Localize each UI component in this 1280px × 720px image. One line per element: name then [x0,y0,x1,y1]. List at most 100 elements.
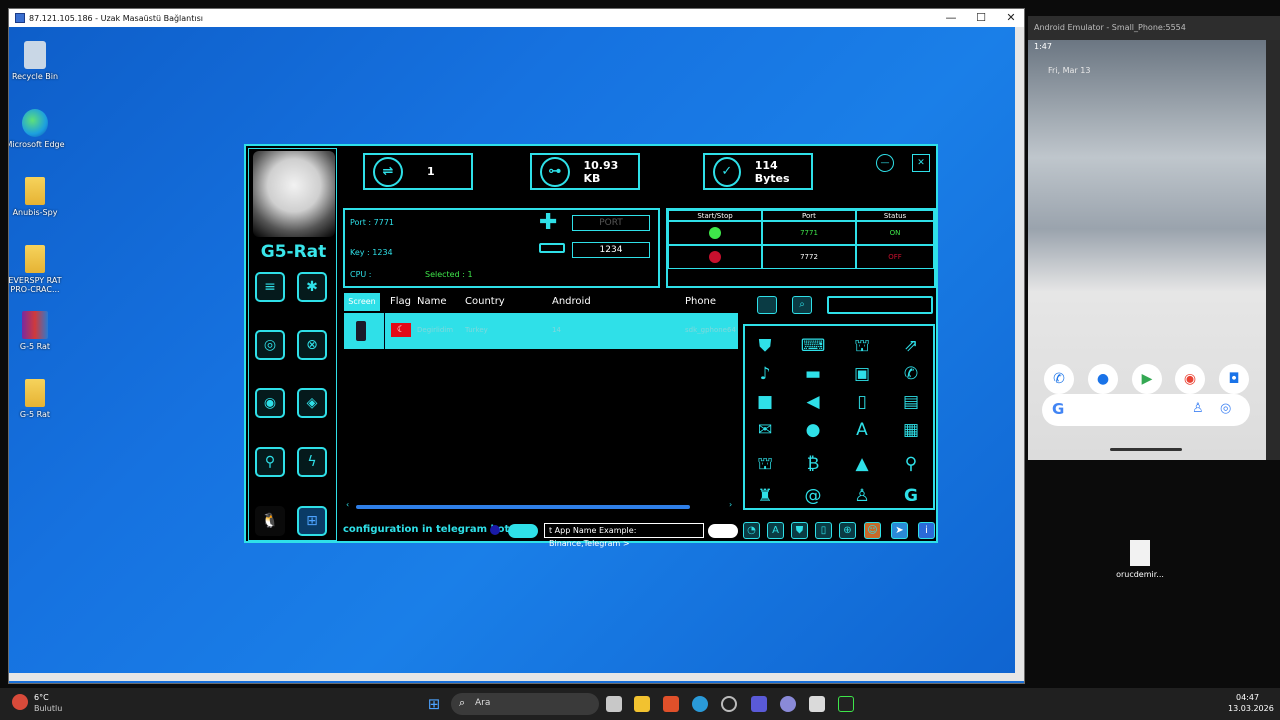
ports-row-1-toggle[interactable] [668,221,762,245]
font-icon[interactable]: A [848,420,876,440]
remove-button[interactable]: ⊗ [297,330,327,360]
plug-button[interactable]: ⚲ [255,447,285,477]
app-close-button[interactable]: ✕ [912,154,930,172]
emulator-title[interactable]: Android Emulator - Small_Phone:5554 [1028,16,1280,40]
horizontal-scrollbar[interactable] [9,673,1015,681]
clients-header-name[interactable]: Name [417,296,447,307]
location-icon[interactable]: ⚲ [897,454,925,474]
lightning-button[interactable]: ϟ [297,447,327,477]
weather-icon[interactable] [12,694,28,710]
ports-row-2-toggle[interactable] [668,245,762,269]
app-minimize-button[interactable]: — [876,154,894,172]
close-button[interactable]: ✕ [996,9,1024,27]
clients-header-screen[interactable]: Screen [344,293,380,311]
taskbar-search[interactable]: ⌕ Ara [451,693,599,715]
mic-icon[interactable]: ♙ [1192,401,1204,416]
windows-button[interactable]: ⊞ [297,506,327,536]
table-row[interactable]: ☾ Degirlidim Turkey 14 sdk_gphone64 [344,313,738,349]
maximize-button[interactable]: ☐ [966,9,996,27]
minimize-button[interactable]: — [936,9,966,27]
task-view-icon[interactable] [606,696,622,712]
microphone-icon[interactable]: ♙ [848,486,876,506]
brave-icon[interactable] [663,696,679,712]
google-icon[interactable]: G [897,486,925,506]
desktop-icon-g5-rat-folder[interactable]: G-5 Rat [9,379,65,419]
at-icon[interactable]: @ [799,486,827,506]
vertical-scrollbar[interactable] [1015,27,1024,681]
notepad-icon[interactable] [809,696,825,712]
desktop-icon-everspy[interactable]: EVERSPY RAT PRO-CRAC... [9,245,65,294]
search-tool-button[interactable]: ⌕ [792,296,812,314]
emulator-screen[interactable]: 1:47 Fri, Mar 13 ✆ ● ▶ ◉ ◘ G ♙ ◎ [1028,40,1266,460]
eye-button[interactable]: ◈ [297,388,327,418]
menu-button[interactable]: ≡ [255,272,285,302]
unlock-icon[interactable]: ▲ [848,454,876,474]
scroll-left-icon[interactable]: ‹ [346,500,349,509]
spinner-tool-icon[interactable]: ◔ [743,522,760,539]
shield-tool-icon[interactable]: ⛊ [791,522,808,539]
desktop-icon-recycle-bin[interactable]: Recycle Bin [9,41,65,81]
explorer-icon[interactable] [634,696,650,712]
desktop-icon-edge[interactable]: Microsoft Edge [9,109,65,149]
rdp-titlebar[interactable]: 87.121.105.186 - Uzak Masaüstü Bağlantıs… [9,9,1024,27]
contacts-icon[interactable]: ▤ [897,392,925,412]
camera-icon[interactable]: ■ [751,392,779,412]
add-port-button[interactable]: ✚ [539,212,557,234]
telegram-tool-icon[interactable]: ➤ [891,522,908,539]
clock-app-icon[interactable] [721,696,737,712]
clients-header-flag[interactable]: Flag [390,296,411,307]
home-gesture-bar[interactable] [1110,448,1182,451]
target-button[interactable]: ◎ [255,330,285,360]
bank2-icon[interactable]: ⛫ [751,454,779,474]
clients-header-android[interactable]: Android [552,296,591,307]
lock-icon[interactable]: ▣ [848,364,876,384]
desktop-icon-g5-rat-archive[interactable]: G-5 Rat [9,311,65,351]
desktop-icon-anubis-spy[interactable]: Anubis-Spy [9,177,65,217]
toggle-switch-2[interactable] [708,524,738,538]
clients-header-country[interactable]: Country [465,296,505,307]
scroll-thumb[interactable] [356,505,690,509]
tool-search-input[interactable] [827,296,933,314]
app-tool-icon[interactable]: ☺ [864,522,881,539]
window-tool-button[interactable] [757,296,777,314]
lens-icon[interactable]: ◎ [1220,401,1231,416]
tablet-icon[interactable]: ▯ [848,392,876,412]
phone-icon[interactable]: ✆ [897,364,925,384]
bug-button[interactable]: ✱ [297,272,327,302]
keyboard-icon[interactable]: ⌨ [799,336,827,356]
app-name-input[interactable]: t App Name Example: Binance,Telegram > [544,523,704,548]
device-tool-icon[interactable]: ▯ [815,522,832,539]
folder-tool-icon[interactable]: ▬ [799,364,827,384]
mail-icon[interactable]: ✉ [751,420,779,440]
chrome-icon[interactable]: ◉ [1175,364,1205,394]
linux-button[interactable]: 🐧 [255,506,285,536]
terminal-icon[interactable] [838,696,854,712]
start-button[interactable]: ⊞ [426,696,442,712]
remote-desktop-icon[interactable] [751,696,767,712]
scroll-right-icon[interactable]: › [729,500,732,509]
clients-header-phone[interactable]: Phone [685,296,716,307]
google-search-bar[interactable]: G ♙ ◎ [1042,394,1250,426]
app-store-icon[interactable] [780,696,796,712]
messages-app-icon[interactable]: ● [1088,364,1118,394]
calculator-icon[interactable]: ▦ [897,420,925,440]
bell-icon[interactable]: ♪ [751,364,779,384]
telegram-icon[interactable] [692,696,708,712]
translate-tool-icon[interactable]: A [767,522,784,539]
external-link-icon[interactable]: ⇗ [897,336,925,356]
desktop-file[interactable]: orucdemir... [1110,540,1170,579]
clients-hscrollbar[interactable]: ‹ › [344,500,738,511]
phone-app-icon[interactable]: ✆ [1044,364,1074,394]
camera-app-icon[interactable]: ◘ [1219,364,1249,394]
bitcoin-icon[interactable]: ₿ [799,454,827,474]
play-store-icon[interactable]: ▶ [1132,364,1162,394]
key-input[interactable]: 1234 [572,242,650,258]
shield-icon[interactable]: ⛊ [751,336,779,356]
bank-icon[interactable]: ⛫ [848,336,876,356]
toggle-switch[interactable] [508,524,538,538]
radar-button[interactable]: ◉ [255,388,285,418]
port-input[interactable]: PORT [572,215,650,231]
android-icon[interactable]: ♜ [751,486,779,506]
info-tool-icon[interactable]: i [918,522,935,539]
chat-icon[interactable]: ● [799,420,827,440]
